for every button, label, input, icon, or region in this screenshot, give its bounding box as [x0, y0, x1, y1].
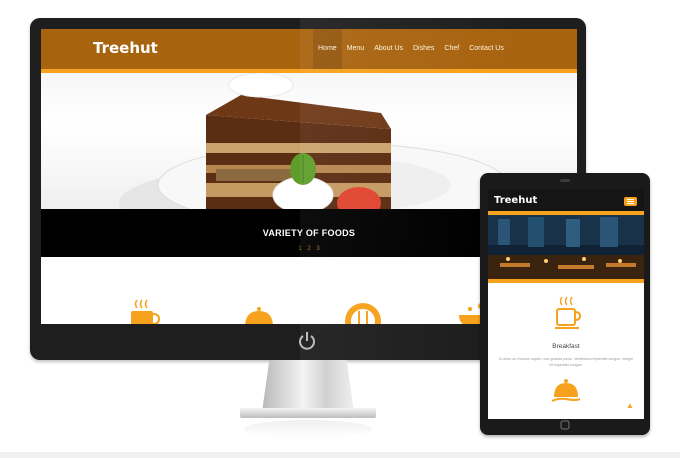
power-icon[interactable]	[297, 331, 317, 351]
nav-item-home[interactable]: Home	[313, 29, 342, 69]
chevron-up-icon[interactable]: ▲	[626, 401, 634, 410]
pager-dot-1[interactable]: 1	[298, 246, 301, 252]
hamburger-menu-icon[interactable]	[624, 197, 637, 206]
tablet-hero-restaurant-image	[488, 215, 644, 279]
pager-dot-3[interactable]: 3	[316, 246, 319, 252]
nav-item-chef[interactable]: Chef	[439, 29, 464, 69]
stand-reflection	[244, 420, 372, 438]
section-title: Breakfast	[552, 343, 580, 350]
food-cloche-icon	[245, 307, 273, 324]
coffee-cup-icon	[131, 299, 161, 324]
tablet-device: Treehut Breakfast To dolor ac rhoncus sa…	[480, 173, 650, 435]
tablet-screen: Treehut Breakfast To dolor ac rhoncus sa…	[488, 189, 644, 419]
tablet-speaker	[560, 179, 570, 182]
pager-dot-2[interactable]: 2	[307, 246, 310, 252]
coffee-cup-icon	[555, 296, 582, 329]
monitor-stand-base	[240, 408, 376, 418]
food-cloche-icon	[551, 379, 581, 402]
tablet-section: Breakfast To dolor ac rhoncus sapien, co…	[488, 283, 644, 419]
monitor-stand	[262, 360, 354, 412]
site-brand[interactable]: Treehut	[93, 39, 158, 57]
plate-cutlery-icon	[345, 303, 381, 324]
site-header: Treehut Home Menu About Us Dishes Chef C…	[41, 29, 577, 69]
nav-item-menu[interactable]: Menu	[342, 29, 370, 69]
tablet-site-brand[interactable]: Treehut	[494, 195, 537, 206]
floor-line	[0, 452, 680, 458]
device-showcase: Treehut Home Menu About Us Dishes Chef C…	[0, 0, 680, 458]
nav-item-contact-us[interactable]: Contact Us	[464, 29, 509, 69]
main-nav: Home Menu About Us Dishes Chef Contact U…	[313, 29, 509, 69]
tablet-home-button-icon[interactable]	[560, 420, 570, 430]
nav-item-dishes[interactable]: Dishes	[408, 29, 439, 69]
nav-item-about-us[interactable]: About Us	[369, 29, 408, 69]
section-description: To dolor ac rhoncus sapien, con gravida …	[498, 357, 634, 367]
